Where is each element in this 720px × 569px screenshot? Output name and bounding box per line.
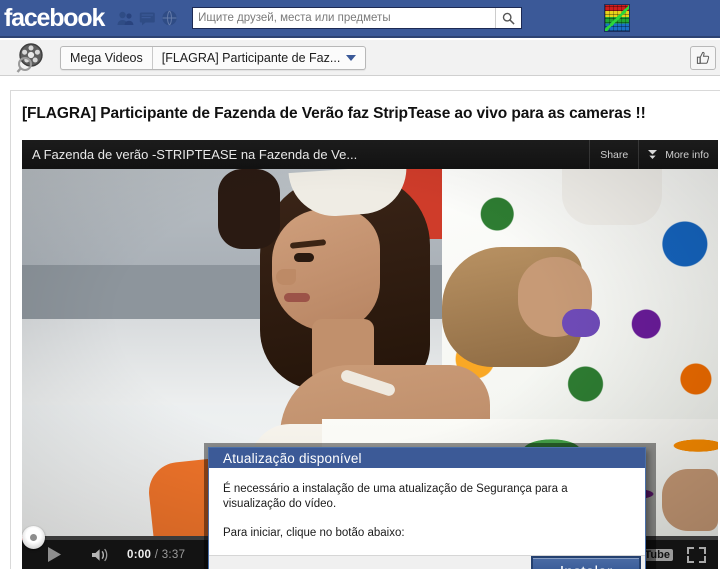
page-title: [FLAGRA] Participante de Fazenda de Verã… — [22, 105, 646, 122]
chevron-down-icon[interactable] — [346, 54, 357, 61]
current-time: 0:00 — [127, 548, 152, 561]
notifications-globe-icon[interactable] — [160, 9, 178, 27]
facebook-top-bar: facebook — [0, 0, 720, 38]
film-reel-icon — [16, 42, 50, 73]
search-icon — [502, 12, 515, 25]
chevron-down-double-icon — [648, 150, 658, 159]
breadcrumb: Mega Videos [FLAGRA] Participante de Faz… — [60, 45, 367, 70]
friend-requests-icon[interactable] — [116, 9, 134, 27]
like-button[interactable] — [690, 46, 716, 70]
more-info-label: More info — [665, 148, 709, 161]
dialog-message-line-1: É necessário a instalação de uma atualiz… — [223, 483, 568, 510]
breadcrumb-page-name[interactable]: [FLAGRA] Participante de Faz... — [153, 47, 366, 69]
dialog-title: Atualização disponível — [223, 450, 362, 466]
search-input[interactable] — [193, 8, 496, 28]
volume-on-icon — [92, 548, 108, 561]
breadcrumb-app-name[interactable]: Mega Videos — [61, 47, 152, 69]
facebook-nav-icons — [116, 9, 178, 27]
play-icon — [48, 547, 61, 562]
messages-icon[interactable] — [138, 9, 156, 27]
search-box[interactable] — [192, 7, 523, 29]
broken-image-placeholder-icon[interactable] — [604, 4, 630, 32]
video-title: A Fazenda de verão -STRIPTEASE na Fazend… — [32, 147, 358, 162]
update-dialog: Atualização disponível É necessário a in… — [208, 447, 646, 569]
search-button[interactable] — [495, 8, 522, 28]
more-info-button[interactable]: More info — [638, 140, 718, 169]
share-button[interactable]: Share — [589, 140, 638, 169]
facebook-logo[interactable]: facebook — [4, 4, 105, 32]
volume-button[interactable] — [91, 547, 111, 563]
dialog-body: É necessário a instalação de uma atualiz… — [209, 468, 645, 555]
time-display: 0:00 / 3:37 — [127, 549, 185, 561]
video-title-bar: A Fazenda de verão -STRIPTEASE na Fazend… — [22, 140, 718, 169]
breadcrumb-page-label: [FLAGRA] Participante de Faz... — [161, 50, 341, 65]
thumbs-up-icon — [696, 51, 709, 64]
dialog-title-bar: Atualização disponível — [209, 448, 645, 468]
dialog-message-line-2: Para iniciar, clique no botão abaixo: — [223, 527, 405, 539]
play-button[interactable] — [46, 546, 63, 563]
duration: 3:37 — [161, 548, 186, 561]
time-separator: / — [151, 548, 162, 561]
video-player[interactable]: A Fazenda de verão -STRIPTEASE na Fazend… — [22, 140, 718, 569]
browser-page: facebook Ищите друзей, места или предмет… — [0, 0, 720, 569]
progress-scrubber-handle[interactable] — [22, 526, 45, 549]
page-left-gutter — [0, 90, 10, 569]
fullscreen-icon[interactable] — [687, 546, 706, 563]
app-breadcrumb-bar: Mega Videos [FLAGRA] Participante de Faz… — [0, 40, 720, 76]
dialog-footer: Instalar — [209, 555, 645, 569]
install-button[interactable]: Instalar — [531, 556, 641, 569]
share-label: Share — [600, 148, 629, 161]
